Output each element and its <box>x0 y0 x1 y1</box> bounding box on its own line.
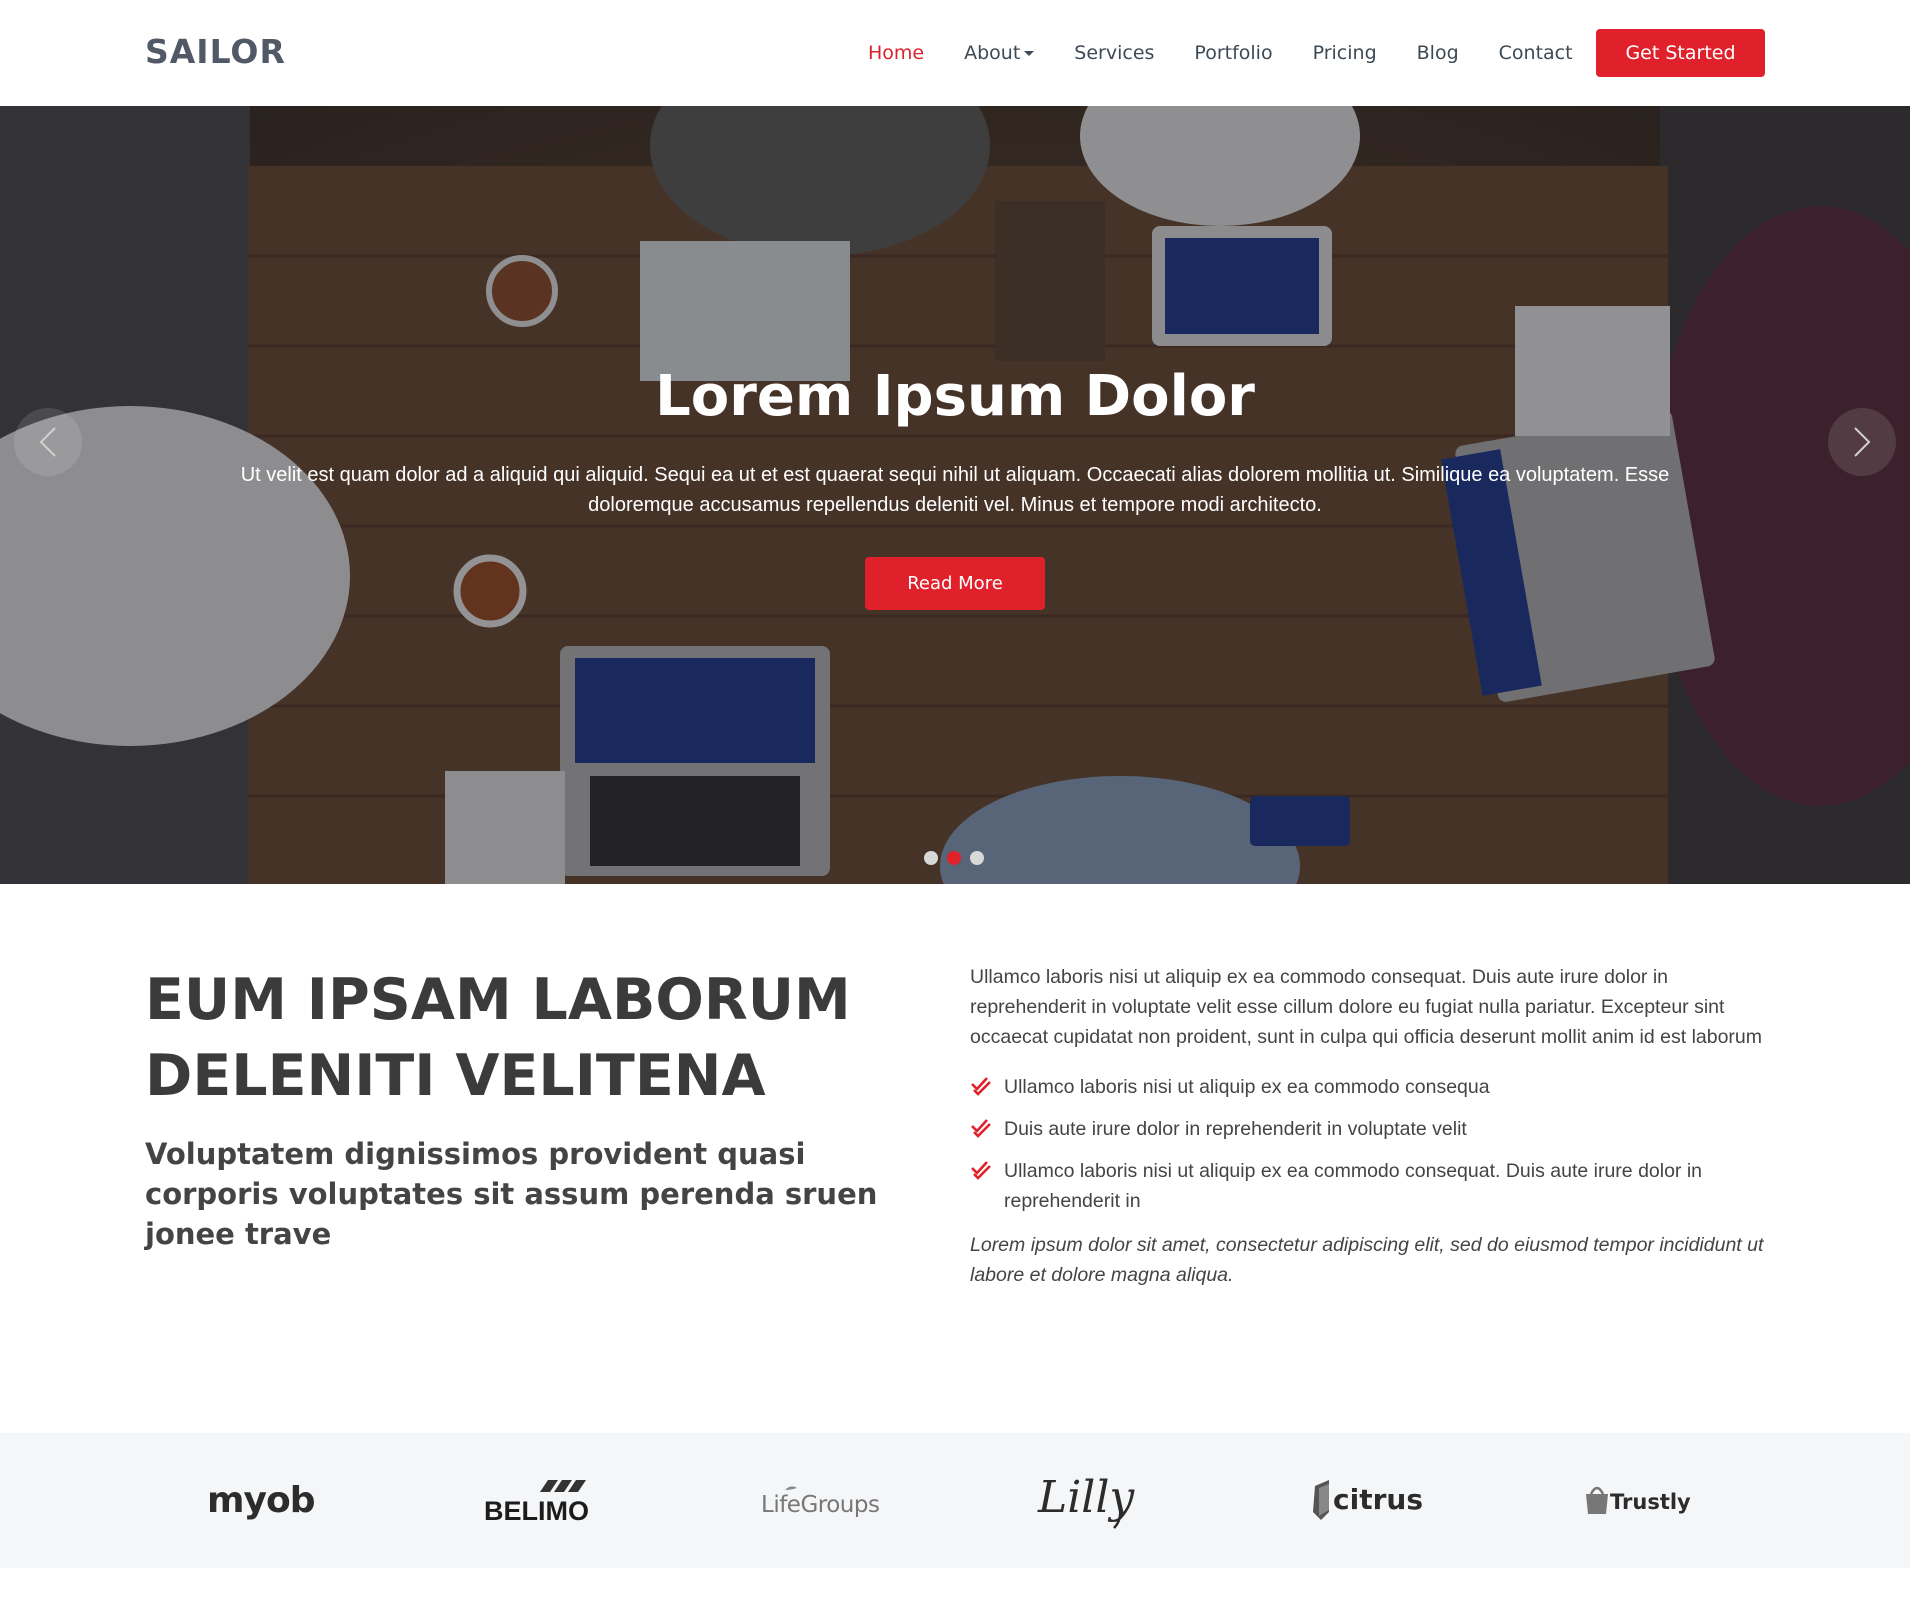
svg-text:Trustly: Trustly <box>1610 1490 1691 1514</box>
client-logo-trustly[interactable]: Trustly <box>1580 1433 1705 1568</box>
carousel-dot-3[interactable] <box>970 851 984 865</box>
hero-title: Lorem Ipsum Dolor <box>655 364 1255 429</box>
svg-text:myob: myob <box>207 1480 315 1521</box>
nav-portfolio-label: Portfolio <box>1194 42 1273 64</box>
nav-about[interactable]: About <box>964 42 1035 64</box>
nav-pricing-label: Pricing <box>1312 42 1377 64</box>
hero-carousel: Lorem Ipsum Dolor Ut velit est quam dolo… <box>0 106 1910 884</box>
client-logo-lifegroups[interactable]: LifeGroups <box>755 1433 880 1568</box>
hero-description: Ut velit est quam dolor ad a aliquid qui… <box>240 464 1670 516</box>
checklist-text: Duis aute irure dolor in reprehenderit i… <box>1004 1118 1467 1140</box>
about-content: Ullamco laboris nisi ut aliquip ex ea co… <box>970 962 1770 1290</box>
citrus-logo: citrus <box>1313 1479 1423 1520</box>
read-more-button[interactable]: Read More <box>865 557 1045 610</box>
about-heading-line-2: DELENITI VELITENA <box>145 1043 766 1109</box>
about-checklist: Ullamco laboris nisi ut aliquip ex ea co… <box>970 1072 1770 1216</box>
nav-services[interactable]: Services <box>1074 42 1154 64</box>
lifegroups-logo: LifeGroups <box>761 1485 880 1518</box>
double-check-icon <box>971 1119 991 1138</box>
nav-about-label: About <box>964 42 1021 64</box>
checklist-text: Ullamco laboris nisi ut aliquip ex ea co… <box>1004 1076 1490 1098</box>
get-started-button[interactable]: Get Started <box>1596 29 1765 77</box>
belimo-logo: BELIMO <box>484 1479 589 1526</box>
svg-text:BELIMO: BELIMO <box>484 1496 589 1526</box>
clients-strip: myob BELIMO LifeGroups Lilly citrus Trus… <box>0 1433 1910 1568</box>
chevron-right-icon <box>1854 427 1871 457</box>
myob-logo: myob <box>207 1480 316 1521</box>
client-logo-myob[interactable]: myob <box>205 1433 335 1568</box>
double-check-icon <box>971 1077 991 1096</box>
svg-text:LifeGroups: LifeGroups <box>761 1492 879 1518</box>
about-heading-line-1: EUM IPSAM LABORUM <box>145 967 851 1033</box>
list-item: Ullamco laboris nisi ut aliquip ex ea co… <box>970 1156 1770 1216</box>
nav-contact-label: Contact <box>1498 42 1573 64</box>
about-paragraph: Ullamco laboris nisi ut aliquip ex ea co… <box>970 966 1763 1048</box>
nav-pricing[interactable]: Pricing <box>1313 42 1377 64</box>
about-subheading: Voluptatem dignissimos provident quasi c… <box>145 1137 878 1251</box>
client-logo-belimo[interactable]: BELIMO <box>480 1433 605 1568</box>
svg-text:citrus: citrus <box>1333 1483 1423 1516</box>
nav-blog-label: Blog <box>1416 42 1459 64</box>
checklist-text: Ullamco laboris nisi ut aliquip ex ea co… <box>1004 1160 1703 1212</box>
site-header: SAILOR Home About Services Portfolio Pri… <box>0 0 1910 106</box>
carousel-prev-button[interactable] <box>14 408 82 476</box>
nav-home[interactable]: Home <box>868 42 924 64</box>
trustly-logo: Trustly <box>1586 1486 1691 1514</box>
nav-blog[interactable]: Blog <box>1417 42 1459 64</box>
client-logo-lilly[interactable]: Lilly <box>1030 1433 1155 1568</box>
carousel-dot-2[interactable] <box>947 851 961 865</box>
list-item: Ullamco laboris nisi ut aliquip ex ea co… <box>970 1072 1770 1102</box>
chevron-left-icon <box>39 427 56 457</box>
nav-services-label: Services <box>1074 42 1155 64</box>
about-heading: EUM IPSAM LABORUM DELENITI VELITENA <box>145 962 905 1114</box>
lilly-logo: Lilly <box>1037 1472 1135 1529</box>
about-italic-note: Lorem ipsum dolor sit amet, consectetur … <box>970 1234 1764 1286</box>
list-item: Duis aute irure dolor in reprehenderit i… <box>970 1114 1770 1144</box>
client-logo-citrus[interactable]: citrus <box>1305 1433 1430 1568</box>
nav-home-label: Home <box>868 42 925 64</box>
double-check-icon <box>971 1161 991 1180</box>
nav-portfolio[interactable]: Portfolio <box>1194 42 1272 64</box>
main-nav: Home About Services Portfolio Pricing Bl… <box>868 30 1613 76</box>
nav-contact[interactable]: Contact <box>1499 42 1573 64</box>
carousel-indicators <box>924 851 993 865</box>
site-logo[interactable]: SAILOR <box>145 32 286 71</box>
chevron-down-icon <box>1024 50 1035 56</box>
carousel-next-button[interactable] <box>1828 408 1896 476</box>
carousel-dot-1[interactable] <box>924 851 938 865</box>
